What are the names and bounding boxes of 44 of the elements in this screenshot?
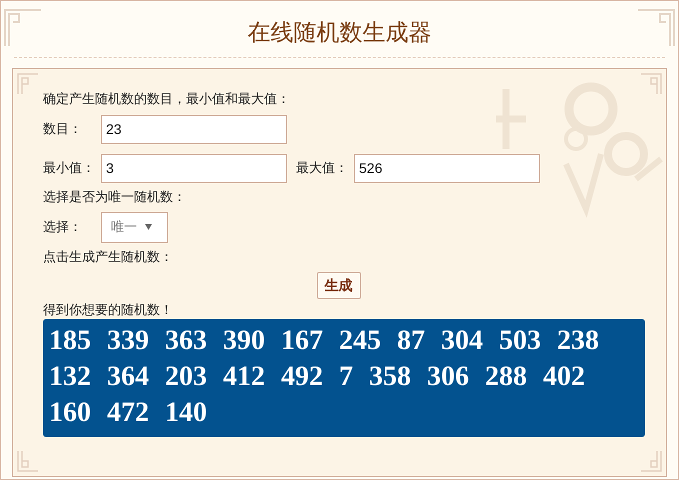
field-label: 数目： [43,120,83,138]
random-number: 132 [49,360,91,394]
random-number: 203 [165,360,207,394]
random-number: 160 [49,396,91,430]
random-number: 390 [223,324,265,358]
field-label: 最小值： [43,159,96,178]
corner-ornament-icon [16,72,38,94]
random-number: 245 [339,324,381,358]
min-input[interactable]: 3 [101,154,287,182]
random-number: 412 [223,360,265,394]
random-number: 364 [107,360,149,394]
corner-ornament-icon [16,451,38,473]
random-number: 304 [441,324,483,358]
corner-ornament-icon [641,72,663,94]
random-number: 492 [281,360,323,394]
random-number: 402 [543,360,585,394]
instruction-text: 选择是否为唯一随机数： [43,188,187,206]
max-input[interactable]: 526 [354,154,540,182]
corner-ornament-icon [641,451,663,473]
random-number: 358 [369,360,411,394]
page-title: 在线随机数生成器 [248,18,432,47]
result-label: 得到你想要的随机数！ [43,301,174,319]
random-number: 363 [165,324,207,358]
instruction-text: 确定产生随机数的数目，最小值和最大值： [43,90,291,108]
random-number: 185 [49,324,91,358]
dropdown-caret-icon [145,224,152,230]
corner-ornament-icon [3,6,43,46]
random-number: 503 [499,324,541,358]
field-label: 最大值： [296,159,349,178]
random-number: 167 [281,324,323,358]
corner-ornament-icon [636,6,676,46]
random-number: 339 [107,324,149,358]
generate-button[interactable]: 生成 [316,272,360,299]
random-number: 288 [485,360,527,394]
random-number: 87 [397,324,425,358]
random-number: 238 [557,324,599,358]
instruction-text: 点击生成产生随机数： [43,248,174,266]
field-label: 选择： [43,218,83,236]
random-number: 140 [165,396,207,430]
random-number: 7 [339,360,353,394]
unique-select[interactable]: 唯一 [101,212,168,242]
count-input[interactable]: 23 [101,114,287,144]
random-number: 306 [427,360,469,394]
random-number: 472 [107,396,149,430]
